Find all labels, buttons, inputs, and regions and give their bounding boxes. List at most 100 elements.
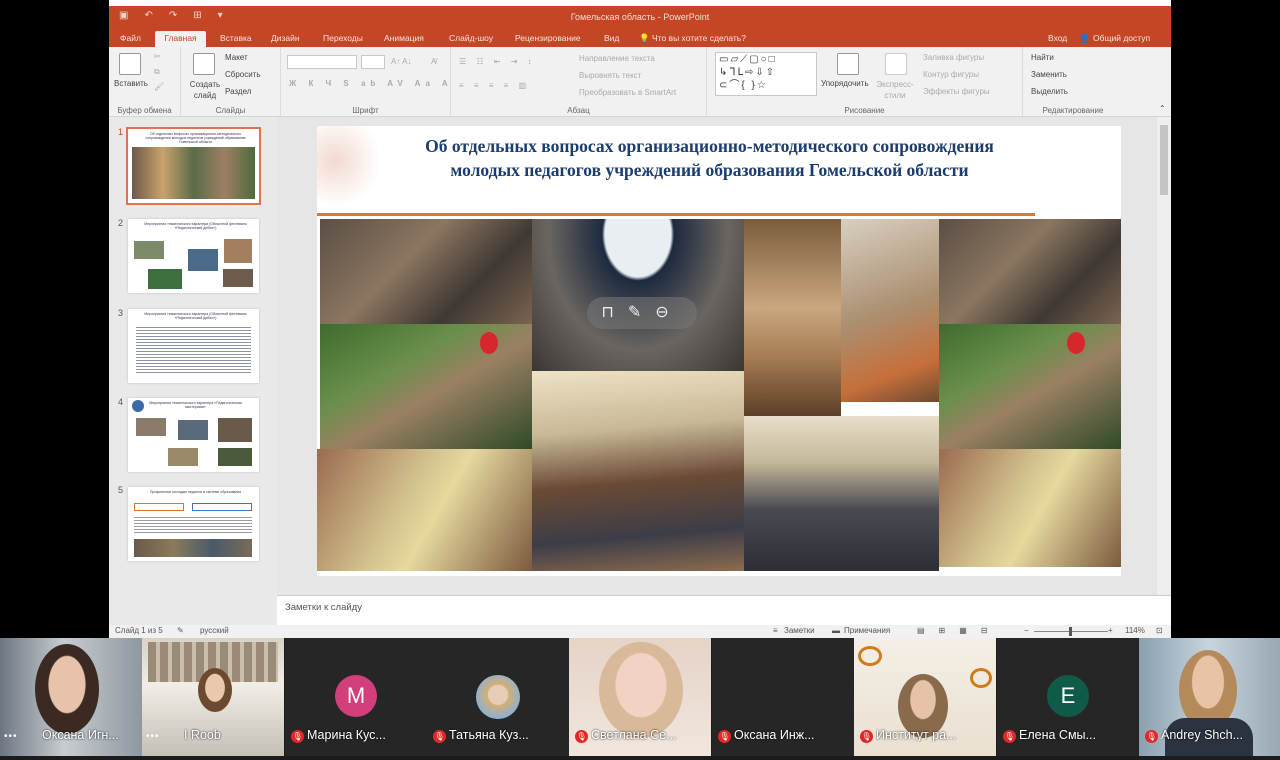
status-bar: Слайд 1 из 5 ✎ русский ≡ Заметки ▬ Приме… [109,625,1171,638]
thumb-number: 4 [118,397,124,407]
thumb-title: Мероприятия тематического характера (Обл… [144,222,247,230]
tab-insert[interactable]: Вставка [217,31,255,47]
layout-button[interactable]: Макет [225,53,248,62]
new-slide-button[interactable]: Создать слайд [187,79,223,101]
thumb-title: Мероприятия тематического характера (Обл… [144,312,247,320]
list-buttons[interactable]: ☰ ☷ ⇤ ⇥ ↕ [459,57,536,66]
quick-styles-button[interactable]: Экспресс-стили [875,79,915,101]
media-controls-overlay[interactable]: ⊓✎⊖ [587,297,697,329]
tell-me-box[interactable]: Что вы хотите сделать? [652,33,746,43]
slide-decoration [317,126,377,212]
avatar: M [335,675,377,717]
notes-placeholder[interactable]: Заметки к слайду [285,602,362,613]
notes-pane[interactable]: Заметки к слайду [277,595,1171,625]
slide-title[interactable]: Об отдельных вопросах организационно-мет… [397,134,1022,182]
tab-view[interactable]: Вид [601,31,622,47]
photo-park [320,324,532,449]
shape-effects-button[interactable]: Эффекты фигуры [923,87,990,96]
shapes-gallery[interactable]: ▭▱⟋▢○□ ↳ᒣᒪ⇨⇩⇧ ⊂⌒{ }☆ [715,52,817,96]
replace-button[interactable]: Заменить [1031,70,1067,79]
tab-review[interactable]: Рецензирование [512,31,584,47]
participant-tile[interactable]: M 🎙 Марина Кус... [285,638,427,756]
zoom-out-icon[interactable]: − [1024,626,1029,635]
text-direction-button[interactable]: Направление текста [579,54,655,63]
clear-format-icon[interactable]: A̸ [431,57,436,66]
collapse-ribbon-icon[interactable]: ⌃ [1159,104,1166,113]
reset-button[interactable]: Сбросить [225,70,261,79]
slide-thumbnail-4[interactable]: Мероприятия тематического характера «Пед… [128,398,259,472]
copy-icon[interactable]: ⧉ [154,67,160,77]
paste-button[interactable]: Вставить [114,79,148,88]
tab-animations[interactable]: Анимация [381,31,427,47]
notes-toggle-button[interactable]: Заметки [784,626,815,635]
more-icon[interactable]: ••• [4,731,18,742]
select-button[interactable]: Выделить [1031,87,1068,96]
arrange-icon[interactable] [837,53,859,75]
tab-design[interactable]: Дизайн [268,31,303,47]
align-buttons[interactable]: ≡ ≡ ≡ ≡ ▥ [459,81,530,90]
mic-muted-icon: 🎙 [1003,730,1016,743]
thumb-number: 1 [118,127,124,137]
slide-thumbnail-3[interactable]: Мероприятия тематического характера (Обл… [128,309,259,383]
photo-park-2 [939,324,1121,449]
font-size-box[interactable] [361,55,385,69]
tab-home[interactable]: Главная [155,31,206,47]
slide-thumbnail-2[interactable]: Мероприятия тематического характера (Обл… [128,219,259,293]
spellcheck-icon[interactable]: ✎ [177,626,184,635]
participant-tile[interactable]: 🎙 Оксана Инж... [712,638,854,756]
format-painter-icon[interactable]: 🖌 [154,82,164,91]
new-slide-icon[interactable] [193,53,215,75]
tab-transitions[interactable]: Переходы [320,31,366,47]
vertical-scrollbar[interactable] [1157,117,1171,595]
participant-tile[interactable]: 🎙 Andrey Shch... [1139,638,1280,756]
slide-thumbnail-5[interactable]: Профильные молодые педагоги в системе об… [128,487,259,561]
photo-classroom [532,371,744,571]
font-family-box[interactable] [287,55,357,69]
quick-styles-icon[interactable] [885,53,907,75]
fit-slide-icon[interactable]: ⊡ [1156,626,1163,635]
language-indicator[interactable]: русский [200,626,229,635]
font-style-buttons[interactable]: Ж К Ч S ab AV Aa A [289,79,453,88]
participant-tile[interactable]: 🎙 Светлана Се... [569,638,711,756]
comments-icon[interactable]: ▬ [832,626,840,635]
photo-map-activity [317,449,532,571]
photo-map-activity-2 [939,449,1121,567]
slide-thumbnails-pane: 1 Об отдельных вопросах организационно-м… [109,117,277,625]
participant-tile[interactable]: 🎙 Татьяна Куз... [427,638,569,756]
group-font: A↑ A↓ A̸ Ж К Ч S ab AV Aa A Шрифт [281,47,451,117]
zoom-level[interactable]: 114% [1125,626,1145,635]
section-button[interactable]: Раздел [225,87,251,96]
more-icon[interactable]: ••• [146,731,160,742]
view-buttons[interactable]: ▤⊞▦⊟ [917,626,1002,635]
participant-name: Оксана Инж... [734,728,815,742]
zoom-slider-knob[interactable] [1069,627,1072,636]
find-button[interactable]: Найти [1031,53,1054,62]
group-label-editing: Редактирование [1042,106,1104,115]
thumb-number: 3 [118,308,124,318]
zoom-in-icon[interactable]: + [1108,626,1113,635]
shape-outline-button[interactable]: Контур фигуры [923,70,979,79]
slide-thumbnail-1[interactable]: Об отдельных вопросах организационно-мет… [126,127,261,205]
sign-in-link[interactable]: Вход [1048,33,1067,43]
shape-fill-button[interactable]: Заливка фигуры [923,53,984,62]
participant-tile[interactable]: 🎙 Институт ра... [854,638,996,756]
arrange-button[interactable]: Упорядочить [821,79,869,88]
ribbon: Вставить ✂ ⧉ 🖌 Буфер обмена Создать слай… [109,47,1171,117]
participant-name: Светлана Се... [591,728,677,742]
participant-tile[interactable]: ••• I Roob [142,638,284,756]
photo-conference-2 [939,219,1121,324]
participant-tile[interactable]: ••• Оксана Игн... [0,638,142,756]
current-slide[interactable]: Об отдельных вопросах организационно-мет… [317,126,1121,576]
smartart-button[interactable]: Преобразовать в SmartArt [579,88,676,97]
align-text-button[interactable]: Выровнять текст [579,71,641,80]
cut-icon[interactable]: ✂ [154,52,161,61]
tab-file[interactable]: Файл [117,31,144,47]
tab-slideshow[interactable]: Слайд-шоу [446,31,496,47]
lightbulb-icon: 💡 [639,33,650,43]
comments-button[interactable]: Примечания [844,626,890,635]
participant-tile[interactable]: E 🎙 Елена Смы... [997,638,1139,756]
notes-toggle-icon[interactable]: ≡ [773,626,778,635]
grow-font-icon[interactable]: A↑ A↓ [391,57,411,66]
paste-icon[interactable] [119,53,141,75]
share-button[interactable]: Общий доступ [1093,33,1150,43]
